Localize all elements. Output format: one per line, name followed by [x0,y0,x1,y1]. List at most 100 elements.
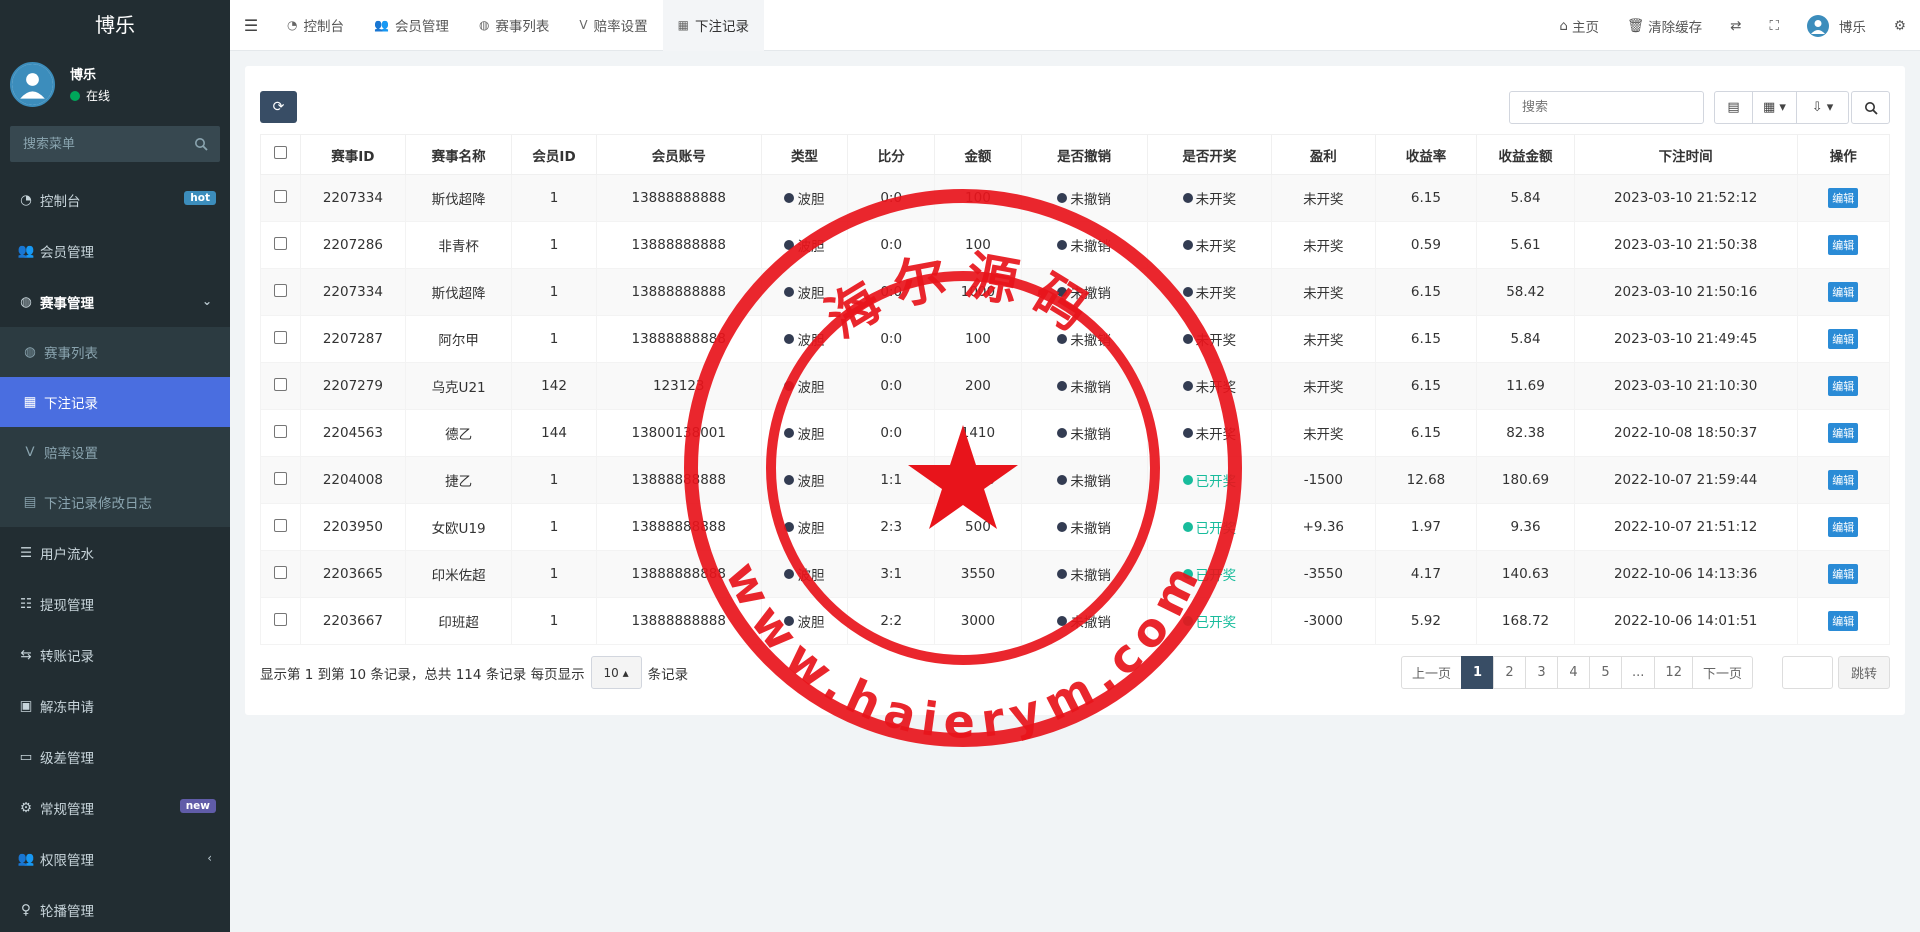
row-checkbox[interactable] [259,550,302,598]
page-button[interactable]: 5 [1589,656,1623,689]
column-header[interactable]: 赛事ID [300,134,406,175]
table-row[interactable]: 2204008 捷乙 1 13888888888 波胆 1:1 1500 未撤销 已开奖 -150… [259,456,1890,504]
calendar-icon: ▦ [23,394,37,410]
column-header[interactable]: 收益金额 [1476,134,1575,175]
table-cell: 2022-10-06 14:01:51 [1573,597,1798,645]
tab-dashboard[interactable]: ◔ 控制台 [272,0,359,51]
user-menu[interactable]: 博乐 [1793,0,1880,51]
status-dot-icon [1057,616,1068,626]
translate-button[interactable]: ⇄ [1716,0,1755,51]
row-checkbox[interactable] [259,174,302,222]
page-button[interactable]: 2 [1493,656,1527,689]
clear-cache-button[interactable]: 🗑 清除缓存 [1613,0,1716,51]
sidebar-item-odds-settings[interactable]: ᐯ 赔率设置 [0,427,230,477]
page-button[interactable]: 4 [1557,656,1591,689]
sidebar-item-user-flow[interactable]: ☰ 用户流水 [0,527,230,578]
menu-search-input[interactable] [10,126,220,162]
tab-odds-settings[interactable]: ᐯ 赔率设置 [564,0,662,51]
prev-page-button[interactable]: 上一页 [1401,656,1463,689]
sidebar-item-permissions[interactable]: 👥 权限管理 ‹ [0,833,230,884]
page-button[interactable]: 1 [1461,656,1495,689]
edit-button[interactable]: 编辑 [1828,611,1859,631]
edit-button[interactable]: 编辑 [1828,470,1859,490]
edit-button[interactable]: 编辑 [1828,235,1859,255]
jump-button[interactable]: 跳转 [1838,656,1890,689]
column-header[interactable]: 比分 [847,134,936,175]
row-checkbox[interactable] [259,362,302,410]
table-row[interactable]: 2207334 斯伐超降 1 13888888888 波胆 0:0 100 未撤销 未开奖 未开奖… [259,174,1890,222]
row-checkbox[interactable] [259,597,302,645]
column-header[interactable]: 操作 [1796,134,1890,175]
tab-bet-records[interactable]: ▦ 下注记录 [662,0,764,51]
edit-button[interactable]: 编辑 [1828,329,1859,349]
refresh-button[interactable]: ⟳ [260,91,297,123]
row-checkbox[interactable] [259,268,302,316]
table-row[interactable]: 2207286 非青杯 1 13888888888 波胆 0:0 100 未撤销 未开奖 未开奖 0… [259,221,1890,269]
table-cell: 编辑 [1796,409,1890,457]
edit-button[interactable]: 编辑 [1828,188,1859,208]
page-button[interactable]: 3 [1525,656,1559,689]
toggle-view-button[interactable]: ▤ [1714,91,1753,124]
sidebar-item-general[interactable]: ⚙ 常规管理 new [0,782,230,833]
page-size-dropdown[interactable]: 10 ▴ [590,656,642,689]
column-header[interactable]: 类型 [760,134,849,175]
hamburger-menu-icon[interactable]: ☰ [230,0,272,51]
sidebar-item-events[interactable]: ◍ 赛事管理 ⌄ [0,276,230,327]
table-row[interactable]: 2203665 印米佐超 1 13888888888 波胆 3:1 3550 未撤销 已开奖 -3… [259,550,1890,598]
row-checkbox[interactable] [259,221,302,269]
column-header[interactable]: 金额 [934,134,1022,175]
page-button[interactable]: 12 [1654,656,1693,689]
edit-button[interactable]: 编辑 [1828,282,1859,302]
row-checkbox[interactable] [259,503,302,551]
brand-logo[interactable]: 博乐 [0,0,230,50]
sidebar-item-label: 控制台 [40,193,81,210]
sidebar-item-bet-records[interactable]: ▦ 下注记录 [0,377,230,427]
row-checkbox[interactable] [259,456,302,504]
advanced-search-button[interactable] [1851,91,1890,124]
table-row[interactable]: 2207287 阿尔甲 1 13888888888 波胆 0:0 100 未撤销 未开奖 未开奖 6… [259,315,1890,363]
sidebar-item-withdraw[interactable]: ☷ 提现管理 [0,578,230,629]
tab-members[interactable]: 👥 会员管理 [359,0,464,51]
sidebar-item-transfer[interactable]: ⇆ 转账记录 [0,629,230,680]
sidebar-item-level-diff[interactable]: ▭ 级差管理 [0,731,230,782]
sidebar-item-unfreeze[interactable]: ▣ 解冻申请 [0,680,230,731]
column-header[interactable]: 盈利 [1270,134,1376,175]
tab-event-list[interactable]: ◍ 赛事列表 [464,0,564,51]
next-page-button[interactable]: 下一页 [1691,656,1753,689]
jump-page-input[interactable] [1782,656,1833,689]
column-header[interactable]: 是否开奖 [1146,134,1272,175]
select-all-checkbox[interactable] [259,134,302,175]
table-row[interactable]: 2207279 乌克U21 142 123123 波胆 0:0 200 未撤销 未开奖 未开奖 6.… [259,362,1890,410]
settings-button[interactable]: ⚙ [1880,0,1920,51]
column-header[interactable]: 会员ID [511,134,597,175]
column-header[interactable]: 收益率 [1374,134,1478,175]
sidebar-item-members[interactable]: 👥 会员管理 [0,225,230,276]
table-row[interactable]: 2204563 德乙 144 13800138001 波胆 0:0 1410 未撤销 未开奖 未开… [259,409,1890,457]
columns-button[interactable]: ▦ ▾ [1753,91,1797,124]
table-row[interactable]: 2203950 女欧U19 1 13888888888 波胆 2:3 500 未撤销 已开奖 +9… [259,503,1890,551]
search-icon[interactable] [194,137,208,151]
home-link[interactable]: ⌂ 主页 [1545,0,1613,51]
table-search-input[interactable] [1509,91,1704,124]
row-checkbox[interactable] [259,315,302,363]
column-header[interactable]: 赛事名称 [404,134,513,175]
edit-button[interactable]: 编辑 [1828,423,1859,443]
column-header[interactable]: 会员账号 [595,134,762,175]
column-header[interactable]: 是否撤销 [1020,134,1148,175]
sidebar-item-event-list[interactable]: ◍ 赛事列表 [0,327,230,377]
fullscreen-button[interactable]: ⛶ [1755,0,1792,51]
column-header[interactable]: 下注时间 [1573,134,1798,175]
table-cell: 2:2 [847,597,936,645]
sidebar-item-dashboard[interactable]: ◔ 控制台 hot [0,174,230,225]
row-checkbox[interactable] [259,409,302,457]
table-row[interactable]: 2203667 印班超 1 13888888888 波胆 2:2 3000 未撤销 已开奖 -30… [259,597,1890,645]
sidebar-item-carousel[interactable]: ♀ 轮播管理 [0,884,230,932]
export-button[interactable]: ⇩ ▾ [1797,91,1849,124]
table-row[interactable]: 2207334 斯伐超降 1 13888888888 波胆 0:0 1000 未撤销 未开奖 未开… [259,268,1890,316]
edit-button[interactable]: 编辑 [1828,564,1859,584]
sidebar-item-bet-log[interactable]: ▤ 下注记录修改日志 [0,477,230,527]
edit-button[interactable]: 编辑 [1828,376,1859,396]
status-label: 未开奖 [1195,192,1237,208]
edit-button[interactable]: 编辑 [1828,517,1859,537]
table-cell: 5.84 [1476,174,1575,222]
